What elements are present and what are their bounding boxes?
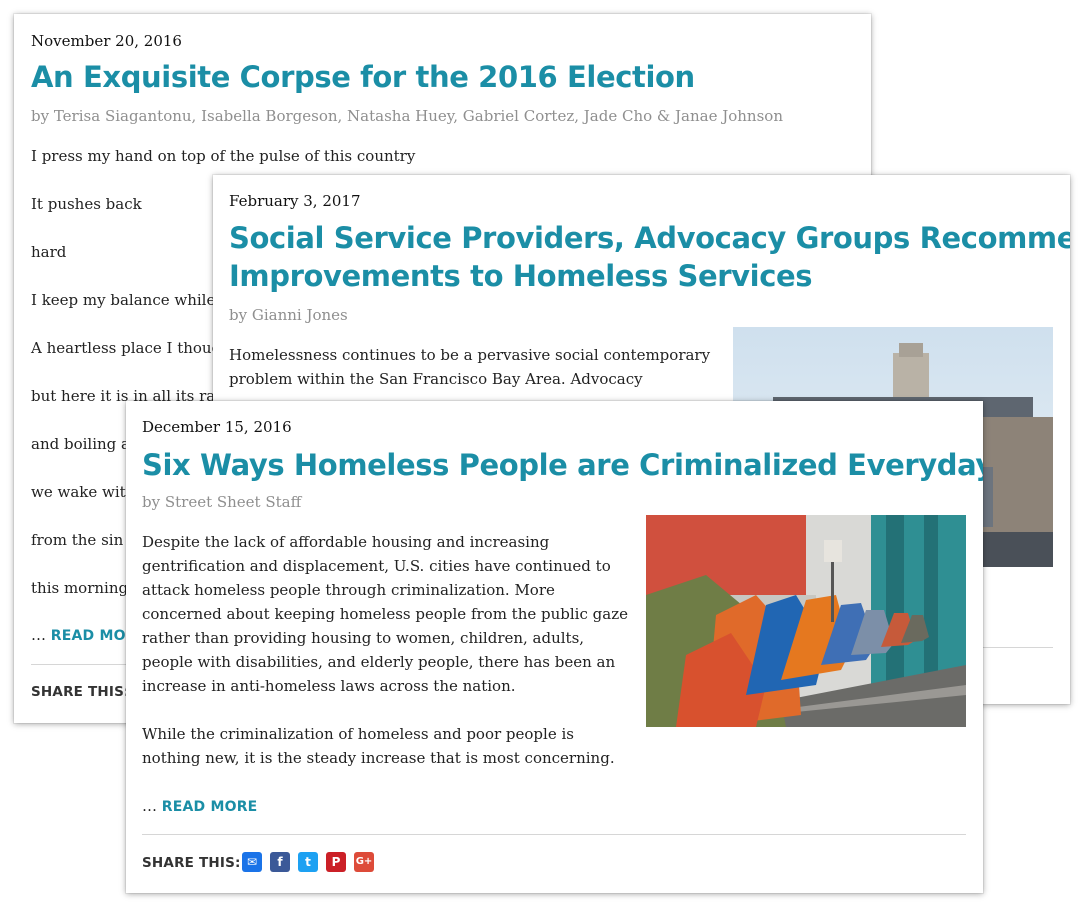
excerpt-line: Homelessness continues to be a pervasive… [229,346,711,364]
excerpt-line: problem within the San Francisco Bay Are… [229,370,643,388]
poem-line: this morning [31,579,129,597]
title-line: Improvements to Homeless Services [229,259,813,293]
facebook-icon[interactable]: f [270,852,290,872]
read-more-row: … READ MORE [142,797,257,815]
article-byline: by Terisa Siagantonu, Isabella Borgeson,… [31,107,783,125]
poem-line: from the sin [31,531,124,549]
article-date: November 20, 2016 [31,32,182,50]
excerpt-paragraph: While the criminalization of homeless an… [142,725,615,767]
title-line: Social Service Providers, Advocacy Group… [229,221,1070,255]
email-icon[interactable]: ✉ [242,852,262,872]
poem-line: hard [31,243,67,261]
excerpt-paragraph: Despite the lack of affordable housing a… [142,533,628,695]
pinterest-icon[interactable]: P [326,852,346,872]
article-title-link[interactable]: An Exquisite Corpse for the 2016 Electio… [31,58,695,96]
share-label: SHARE THIS: [142,855,241,871]
share-buttons: ✉ f t P G+ [242,852,374,872]
article-title-link[interactable]: Six Ways Homeless People are Criminalize… [142,446,983,484]
ellipsis: … [31,626,46,644]
divider [142,834,966,835]
poem-line: It pushes back [31,195,142,213]
article-date: December 15, 2016 [142,418,292,436]
twitter-icon[interactable]: t [298,852,318,872]
article-card-criminalized: December 15, 2016 Six Ways Homeless Peop… [126,401,983,893]
google-plus-icon[interactable]: G+ [354,852,374,872]
article-title-link[interactable]: Social Service Providers, Advocacy Group… [229,219,1070,295]
read-more-link[interactable]: READ MORE [162,799,258,815]
share-label: SHARE THIS: [31,684,130,700]
poem-line: A heartless place I thoug [31,339,222,357]
article-byline: by Street Sheet Staff [142,493,302,511]
ellipsis: … [142,797,157,815]
tent-encampment-photo [646,515,966,727]
article-date: February 3, 2017 [229,192,361,210]
poem-line: I press my hand on top of the pulse of t… [31,147,416,165]
poem-line: we wake wit [31,483,126,501]
article-byline: by Gianni Jones [229,306,348,324]
poem-line: and boiling a [31,435,130,453]
poem-line: I keep my balance while [31,291,216,309]
